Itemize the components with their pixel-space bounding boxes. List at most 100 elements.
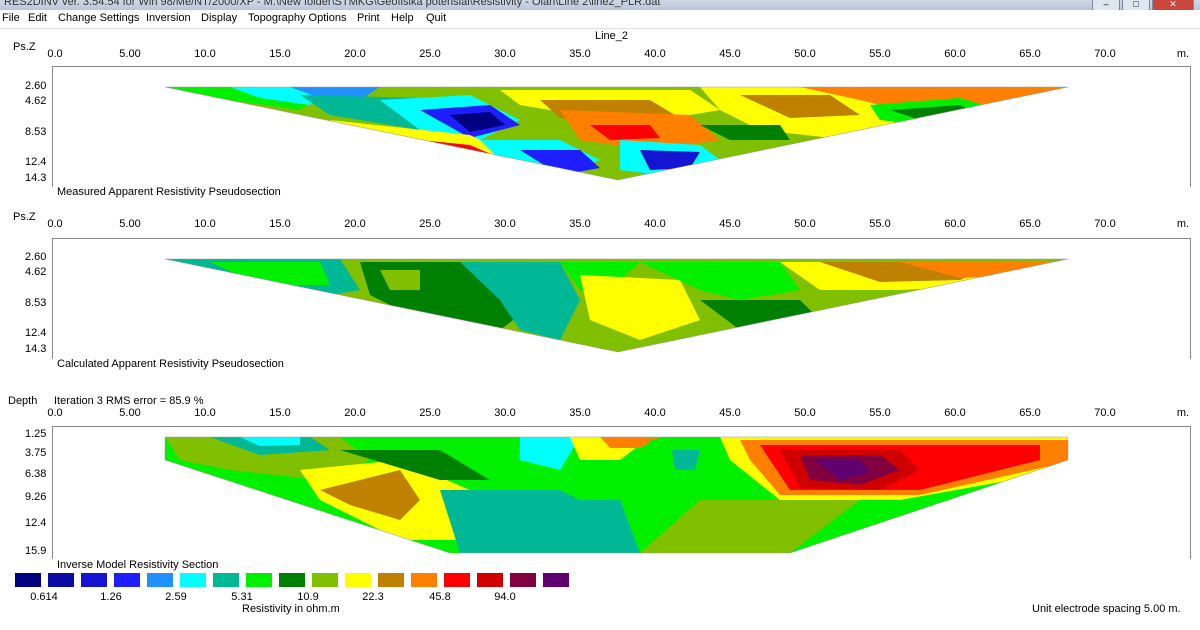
depth-tick: 9.26: [25, 491, 47, 503]
electrode-spacing: Unit electrode spacing 5.00 m.: [1032, 603, 1181, 615]
panel1-axis-label: Ps.Z: [13, 41, 36, 53]
legend-swatch: [444, 573, 470, 587]
x-tick: 35.0: [569, 407, 591, 419]
line-title: Line_2: [595, 30, 629, 42]
x-tick: 50.0: [794, 48, 816, 60]
legend-swatch: [345, 573, 371, 587]
x-tick: 10.0: [194, 48, 216, 60]
panel1-caption: Measured Apparent Resistivity Pseudosect…: [57, 186, 281, 198]
x-unit: m.: [1176, 407, 1190, 419]
x-tick: 5.00: [119, 48, 141, 60]
iteration-rms: Iteration 3 RMS error = 85.9 %: [54, 395, 204, 407]
x-tick: 55.0: [869, 407, 891, 419]
panel1-frame: [52, 66, 1191, 187]
x-tick: 55.0: [869, 218, 891, 230]
depth-tick: 4.62: [25, 266, 47, 278]
x-tick: 65.0: [1019, 218, 1041, 230]
x-tick: 15.0: [269, 218, 291, 230]
menu-bar: File Edit Change Settings Inversion Disp…: [0, 10, 1200, 29]
x-tick: 70.0: [1094, 407, 1116, 419]
depth-tick: 8.53: [25, 297, 47, 309]
x-tick: 15.0: [269, 407, 291, 419]
x-tick: 5.00: [119, 218, 141, 230]
legend-value: 1.26: [100, 591, 122, 603]
x-tick: 55.0: [869, 48, 891, 60]
x-tick: 65.0: [1019, 48, 1041, 60]
x-tick: 20.0: [344, 407, 366, 419]
depth-tick: 1.25: [25, 428, 47, 440]
x-tick: 60.0: [944, 407, 966, 419]
legend-value: 45.8: [429, 591, 451, 603]
x-tick: 50.0: [794, 218, 816, 230]
x-unit: m.: [1176, 218, 1190, 230]
panel2-axis-label: Ps.Z: [13, 211, 36, 223]
x-tick: 20.0: [344, 48, 366, 60]
x-tick: 30.0: [494, 407, 516, 419]
legend-swatch: [213, 573, 239, 587]
x-tick: 70.0: [1094, 218, 1116, 230]
legend-swatch: [543, 573, 569, 587]
legend-value: 22.3: [362, 591, 384, 603]
x-tick: 35.0: [569, 218, 591, 230]
depth-tick: 12.4: [25, 156, 47, 168]
x-tick: 45.0: [719, 407, 741, 419]
legend-swatch: [477, 573, 503, 587]
menu-display[interactable]: Display: [201, 12, 237, 24]
legend-swatch: [15, 573, 41, 587]
x-tick: 45.0: [719, 48, 741, 60]
legend-value: 0.614: [30, 591, 58, 603]
menu-file[interactable]: File: [2, 12, 20, 24]
menu-change-settings[interactable]: Change Settings: [58, 12, 139, 24]
panel3-frame: [52, 426, 1191, 559]
x-tick: 0.0: [47, 218, 63, 230]
x-tick: 0.0: [47, 407, 63, 419]
x-tick: 30.0: [494, 48, 516, 60]
x-tick: 5.00: [119, 407, 141, 419]
depth-tick: 12.4: [25, 517, 47, 529]
legend-swatch: [147, 573, 173, 587]
legend-swatch: [180, 573, 206, 587]
x-unit: m.: [1176, 48, 1190, 60]
legend-swatch: [312, 573, 338, 587]
maximize-button[interactable]: □: [1122, 0, 1150, 10]
window-controls: – □ ✕: [1092, 0, 1194, 10]
depth-tick: 2.60: [25, 251, 47, 263]
legend-value: 5.31: [231, 591, 253, 603]
depth-tick: 8.53: [25, 126, 47, 138]
x-tick: 40.0: [644, 407, 666, 419]
menu-edit[interactable]: Edit: [28, 12, 47, 24]
x-tick: 50.0: [794, 407, 816, 419]
legend-swatch: [246, 573, 272, 587]
legend-swatch: [48, 573, 74, 587]
menu-help[interactable]: Help: [391, 12, 414, 24]
close-button[interactable]: ✕: [1152, 0, 1194, 10]
depth-tick: 14.3: [25, 172, 47, 184]
menu-print[interactable]: Print: [357, 12, 380, 24]
legend-swatch: [510, 573, 536, 587]
panel3-axis-label: Depth: [8, 395, 38, 407]
x-tick: 20.0: [344, 218, 366, 230]
x-tick: 25.0: [419, 218, 441, 230]
legend-swatch: [411, 573, 437, 587]
depth-tick: 15.9: [25, 545, 47, 557]
x-tick: 60.0: [944, 48, 966, 60]
x-tick: 40.0: [644, 218, 666, 230]
x-tick: 45.0: [719, 218, 741, 230]
depth-tick: 14.3: [25, 343, 47, 355]
depth-tick: 3.75: [25, 447, 47, 459]
legend-unit-label: Resistivity in ohm.m: [242, 603, 340, 615]
menu-inversion[interactable]: Inversion: [146, 12, 191, 24]
x-tick: 0.0: [47, 48, 63, 60]
panel3-caption: Inverse Model Resistivity Section: [57, 559, 219, 571]
window-title: RES2DINV ver. 3.54.54 for Win 98/Me/NT/2…: [4, 0, 661, 8]
x-tick: 40.0: [644, 48, 666, 60]
menu-topography-options[interactable]: Topography Options: [248, 12, 346, 24]
legend-swatch: [279, 573, 305, 587]
legend-value: 2.59: [165, 591, 187, 603]
depth-tick: 12.4: [25, 327, 47, 339]
menu-quit[interactable]: Quit: [426, 12, 446, 24]
minimize-button[interactable]: –: [1092, 0, 1120, 10]
x-tick: 10.0: [194, 407, 216, 419]
x-tick: 30.0: [494, 218, 516, 230]
legend-swatch: [114, 573, 140, 587]
